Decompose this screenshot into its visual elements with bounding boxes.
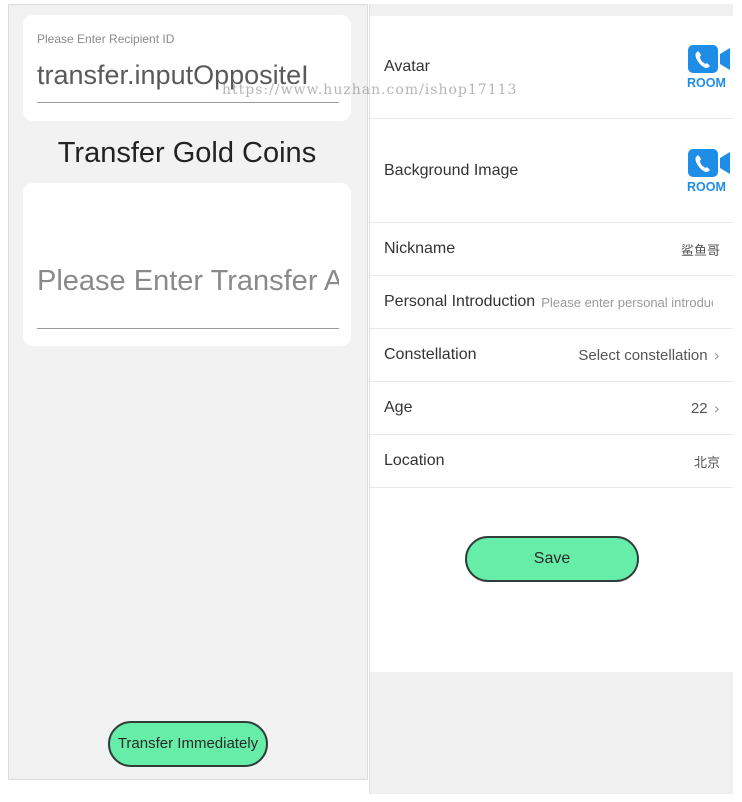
constellation-value: Select constellation xyxy=(578,346,708,364)
personal-introduction-label: Personal Introduction xyxy=(384,293,536,310)
constellation-row[interactable]: Constellation Select constellation › xyxy=(370,329,733,382)
nickname-value: 鲨鱼哥 xyxy=(680,242,720,258)
constellation-label: Constellation xyxy=(384,346,477,363)
background-image-row[interactable]: Background Image ROOM xyxy=(370,119,733,223)
nickname-label: Nickname xyxy=(384,240,456,257)
location-label: Location xyxy=(384,452,445,469)
recipient-card: Please Enter Recipient ID transfer.input… xyxy=(23,15,351,121)
transfer-panel: Please Enter Recipient ID transfer.input… xyxy=(8,4,368,780)
location-value: 北京 xyxy=(693,454,720,470)
recipient-id-input[interactable]: transfer.inputOppositeI xyxy=(37,53,339,103)
video-room-icon[interactable]: ROOM xyxy=(686,148,733,194)
room-icon-text: ROOM xyxy=(687,76,726,90)
chevron-right-icon: › xyxy=(713,398,720,418)
room-icon-text: ROOM xyxy=(687,180,726,194)
age-row[interactable]: Age 22 › xyxy=(370,382,733,435)
age-label: Age xyxy=(384,399,413,416)
profile-panel: Avatar ROOM Background Image ROOM Nickna… xyxy=(369,4,733,794)
avatar-row[interactable]: Avatar ROOM xyxy=(370,16,733,119)
nickname-row[interactable]: Nickname 鲨鱼哥 xyxy=(370,223,733,276)
location-row[interactable]: Location 北京 xyxy=(370,435,733,488)
amount-card xyxy=(23,183,351,346)
transfer-amount-input[interactable] xyxy=(37,235,339,329)
video-room-icon[interactable]: ROOM xyxy=(686,44,733,90)
background-image-label: Background Image xyxy=(384,161,519,179)
recipient-label: Please Enter Recipient ID xyxy=(37,32,175,46)
age-value: 22 xyxy=(690,399,708,417)
save-button[interactable]: Save xyxy=(465,536,639,582)
chevron-right-icon: › xyxy=(713,345,720,365)
transfer-immediately-button[interactable]: Transfer Immediately xyxy=(108,721,268,767)
personal-introduction-row: Personal Introduction xyxy=(370,276,733,329)
avatar-label: Avatar xyxy=(384,58,430,75)
profile-settings-list: Avatar ROOM Background Image ROOM Nickna… xyxy=(370,16,733,672)
personal-introduction-input[interactable] xyxy=(541,294,714,310)
page-title: Transfer Gold Coins xyxy=(57,137,317,169)
